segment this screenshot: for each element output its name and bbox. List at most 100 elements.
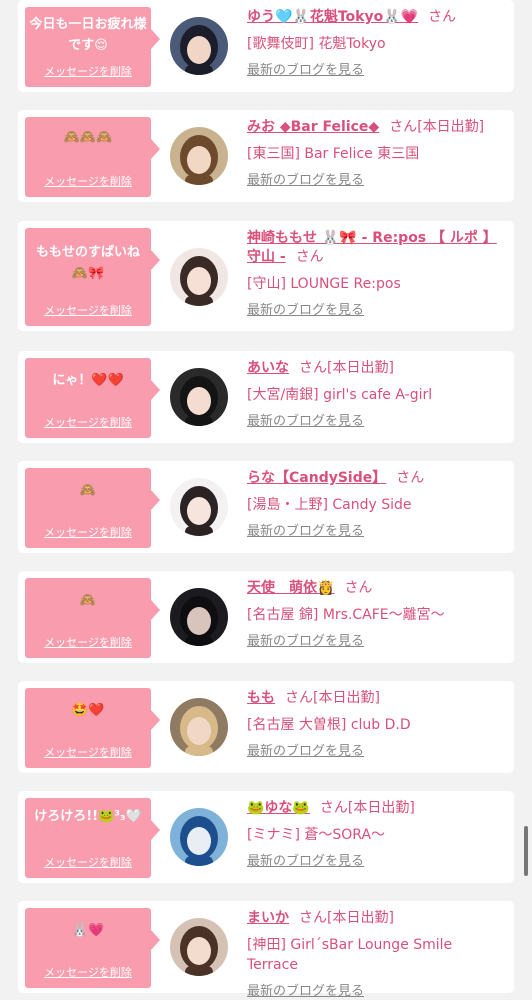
latest-blog-link[interactable]: 最新のブログを見る (247, 523, 364, 541)
girl-info: みお ◆Bar Felice◆ さん[本日出勤] [東三国] Bar Felice … (247, 118, 506, 190)
message-text: 🙈 (79, 483, 97, 498)
girl-name-link[interactable]: みお ◆Bar Felice◆ (247, 119, 379, 135)
name-line: あいな さん[本日出勤] (247, 359, 506, 378)
latest-blog-link[interactable]: 最新のブログを見る (247, 413, 364, 431)
name-line: ゆう🩵🐰花魁Tokyo🐰💗 さん (247, 8, 506, 27)
message-text: 🙈🙈🙈 (63, 130, 113, 145)
girl-name-link[interactable]: 天使 萌依👸 (247, 580, 334, 596)
message-card: けろけろ!!🐸³₃🤍 メッセージを削除 🐸ゆな🐸 さん[本日出勤] [ミナミ] 蒼〜S… (18, 791, 514, 883)
girl-name-link[interactable]: 🐸ゆな🐸 (247, 800, 310, 816)
delete-message-button[interactable]: メッセージを削除 (25, 634, 151, 650)
shop-name: [名古屋 錦] Mrs.CAFE〜離宮〜 (247, 607, 445, 623)
message-card: 🐰💗 メッセージを削除 まいか さん[本日出勤] [神田] Girl´sBar Lou… (18, 901, 514, 999)
delete-message-button[interactable]: メッセージを削除 (25, 524, 151, 540)
shop-name: [名古屋 大曽根] club D.D (247, 717, 411, 733)
girl-name-link[interactable]: もも (247, 690, 275, 706)
avatar[interactable] (170, 368, 228, 426)
girl-info: 🐸ゆな🐸 さん[本日出勤] [ミナミ] 蒼〜SORA〜 最新のブログを見る (247, 799, 506, 871)
avatar[interactable] (170, 17, 228, 75)
avatar[interactable] (170, 918, 228, 976)
honorific: さん (428, 9, 457, 25)
avatar[interactable] (170, 808, 228, 866)
girl-name-link[interactable]: 神崎ももせ 🐰🎀 - Re:pos 【 ルポ 】守山 - (247, 230, 497, 265)
message-text: 🙈 (79, 593, 97, 608)
avatar[interactable] (170, 248, 228, 306)
latest-blog-link[interactable]: 最新のブログを見る (247, 983, 364, 1000)
girl-info: らな【CandySide】 さん [湯島・上野] Candy Side 最新のブログを… (247, 469, 506, 541)
honorific: さん (396, 470, 425, 486)
avatar-image (170, 127, 228, 185)
girl-name-link[interactable]: あいな (247, 360, 289, 376)
message-card: ももせのすぱいね🙈🎀 メッセージを削除 神崎ももせ 🐰🎀 - Re:pos 【 ル… (18, 221, 514, 331)
avatar[interactable] (170, 127, 228, 185)
girl-info: まいか さん[本日出勤] [神田] Girl´sBar Lounge Smile T… (247, 909, 506, 1000)
shop-name: [大宮/南銀] girl's cafe A-girl (247, 387, 433, 403)
avatar-image (170, 808, 228, 866)
message-bubble: けろけろ!!🐸³₃🤍 メッセージを削除 (25, 798, 160, 878)
delete-message-button[interactable]: メッセージを削除 (25, 854, 151, 870)
avatar-image (170, 478, 228, 536)
shop-name: [歌舞伎町] 花魁Tokyo (247, 36, 386, 52)
message-card: 🙈 メッセージを削除 らな【CandySide】 さん [湯島・上野] Candy S… (18, 461, 514, 553)
name-line: 天使 萌依👸 さん (247, 579, 506, 598)
shop-name: [神田] Girl´sBar Lounge Smile Terrace (247, 937, 453, 973)
delete-message-button[interactable]: メッセージを削除 (25, 414, 151, 430)
avatar-image (170, 368, 228, 426)
honorific: さん (389, 119, 418, 135)
latest-blog-link[interactable]: 最新のブログを見る (247, 743, 364, 761)
message-text: 🐰💗 (71, 923, 105, 938)
avatar[interactable] (170, 588, 228, 646)
girl-name-link[interactable]: まいか (247, 910, 289, 926)
latest-blog-link[interactable]: 最新のブログを見る (247, 62, 364, 80)
name-line: もも さん[本日出勤] (247, 689, 506, 708)
name-line: 神崎ももせ 🐰🎀 - Re:pos 【 ルポ 】守山 - さん (247, 229, 506, 267)
girl-info: 天使 萌依👸 さん [名古屋 錦] Mrs.CAFE〜離宮〜 最新のブログを見る (247, 579, 506, 651)
message-text: 🤩❤️ (71, 703, 105, 718)
shop-name: [湯島・上野] Candy Side (247, 497, 412, 513)
shop-name: [東三国] Bar Felice 東三国 (247, 146, 420, 162)
honorific: さん (299, 360, 327, 376)
name-line: 🐸ゆな🐸 さん[本日出勤] (247, 799, 506, 818)
honorific: さん (344, 580, 373, 596)
message-bubble: 🙈 メッセージを削除 (25, 468, 160, 548)
latest-blog-link[interactable]: 最新のブログを見る (247, 302, 364, 320)
delete-message-button[interactable]: メッセージを削除 (25, 63, 151, 79)
girl-name-link[interactable]: らな【CandySide】 (247, 470, 386, 486)
message-text: にゃ！❤️❤️ (52, 373, 124, 388)
message-text: ももせのすぱいね🙈🎀 (35, 245, 140, 281)
girl-info: ゆう🩵🐰花魁Tokyo🐰💗 さん [歌舞伎町] 花魁Tokyo 最新のブログを見る (247, 8, 506, 80)
delete-message-button[interactable]: メッセージを削除 (25, 964, 151, 980)
honorific: さん (299, 910, 327, 926)
name-line: みお ◆Bar Felice◆ さん[本日出勤] (247, 118, 506, 137)
delete-message-button[interactable]: メッセージを削除 (25, 173, 151, 189)
message-bubble: 今日も一日お疲れ様です😌 メッセージを削除 (25, 7, 160, 87)
work-status-badge: [本日出勤] (327, 910, 394, 926)
message-list: 今日も一日お疲れ様です😌 メッセージを削除 ゆう🩵🐰花魁Tokyo🐰💗 さん [歌舞伎… (0, 0, 532, 1000)
avatar-image (170, 918, 228, 976)
message-bubble: ももせのすぱいね🙈🎀 メッセージを削除 (25, 228, 160, 326)
latest-blog-link[interactable]: 最新のブログを見る (247, 633, 364, 651)
delete-message-button[interactable]: メッセージを削除 (25, 744, 151, 760)
avatar[interactable] (170, 698, 228, 756)
girl-info: 神崎ももせ 🐰🎀 - Re:pos 【 ルポ 】守山 - さん [守山] LOUNG… (247, 229, 506, 320)
latest-blog-link[interactable]: 最新のブログを見る (247, 853, 364, 871)
shop-name: [ミナミ] 蒼〜SORA〜 (247, 827, 386, 843)
girl-info: あいな さん[本日出勤] [大宮/南銀] girl's cafe A-girl 最新の… (247, 359, 506, 431)
message-bubble: 🐰💗 メッセージを削除 (25, 908, 160, 988)
girl-info: もも さん[本日出勤] [名古屋 大曽根] club D.D 最新のブログを見る (247, 689, 506, 761)
girl-name-link[interactable]: ゆう🩵🐰花魁Tokyo🐰💗 (247, 9, 418, 25)
work-status-badge: [本日出勤] (327, 360, 394, 376)
avatar-image (170, 248, 228, 306)
work-status-badge: [本日出勤] (347, 800, 415, 816)
avatar[interactable] (170, 478, 228, 536)
message-text: 今日も一日お疲れ様です😌 (29, 17, 147, 53)
scrollbar[interactable] (524, 826, 528, 876)
latest-blog-link[interactable]: 最新のブログを見る (247, 172, 364, 190)
work-status-badge: [本日出勤] (313, 690, 380, 706)
message-card: 🤩❤️ メッセージを削除 もも さん[本日出勤] [名古屋 大曽根] club D.D… (18, 681, 514, 773)
delete-message-button[interactable]: メッセージを削除 (25, 302, 151, 318)
message-card: 🙈🙈🙈 メッセージを削除 みお ◆Bar Felice◆ さん[本日出勤] [東三国]… (18, 110, 514, 202)
avatar-image (170, 588, 228, 646)
work-status-badge: [本日出勤] (417, 119, 485, 135)
message-bubble: 🙈🙈🙈 メッセージを削除 (25, 117, 160, 197)
